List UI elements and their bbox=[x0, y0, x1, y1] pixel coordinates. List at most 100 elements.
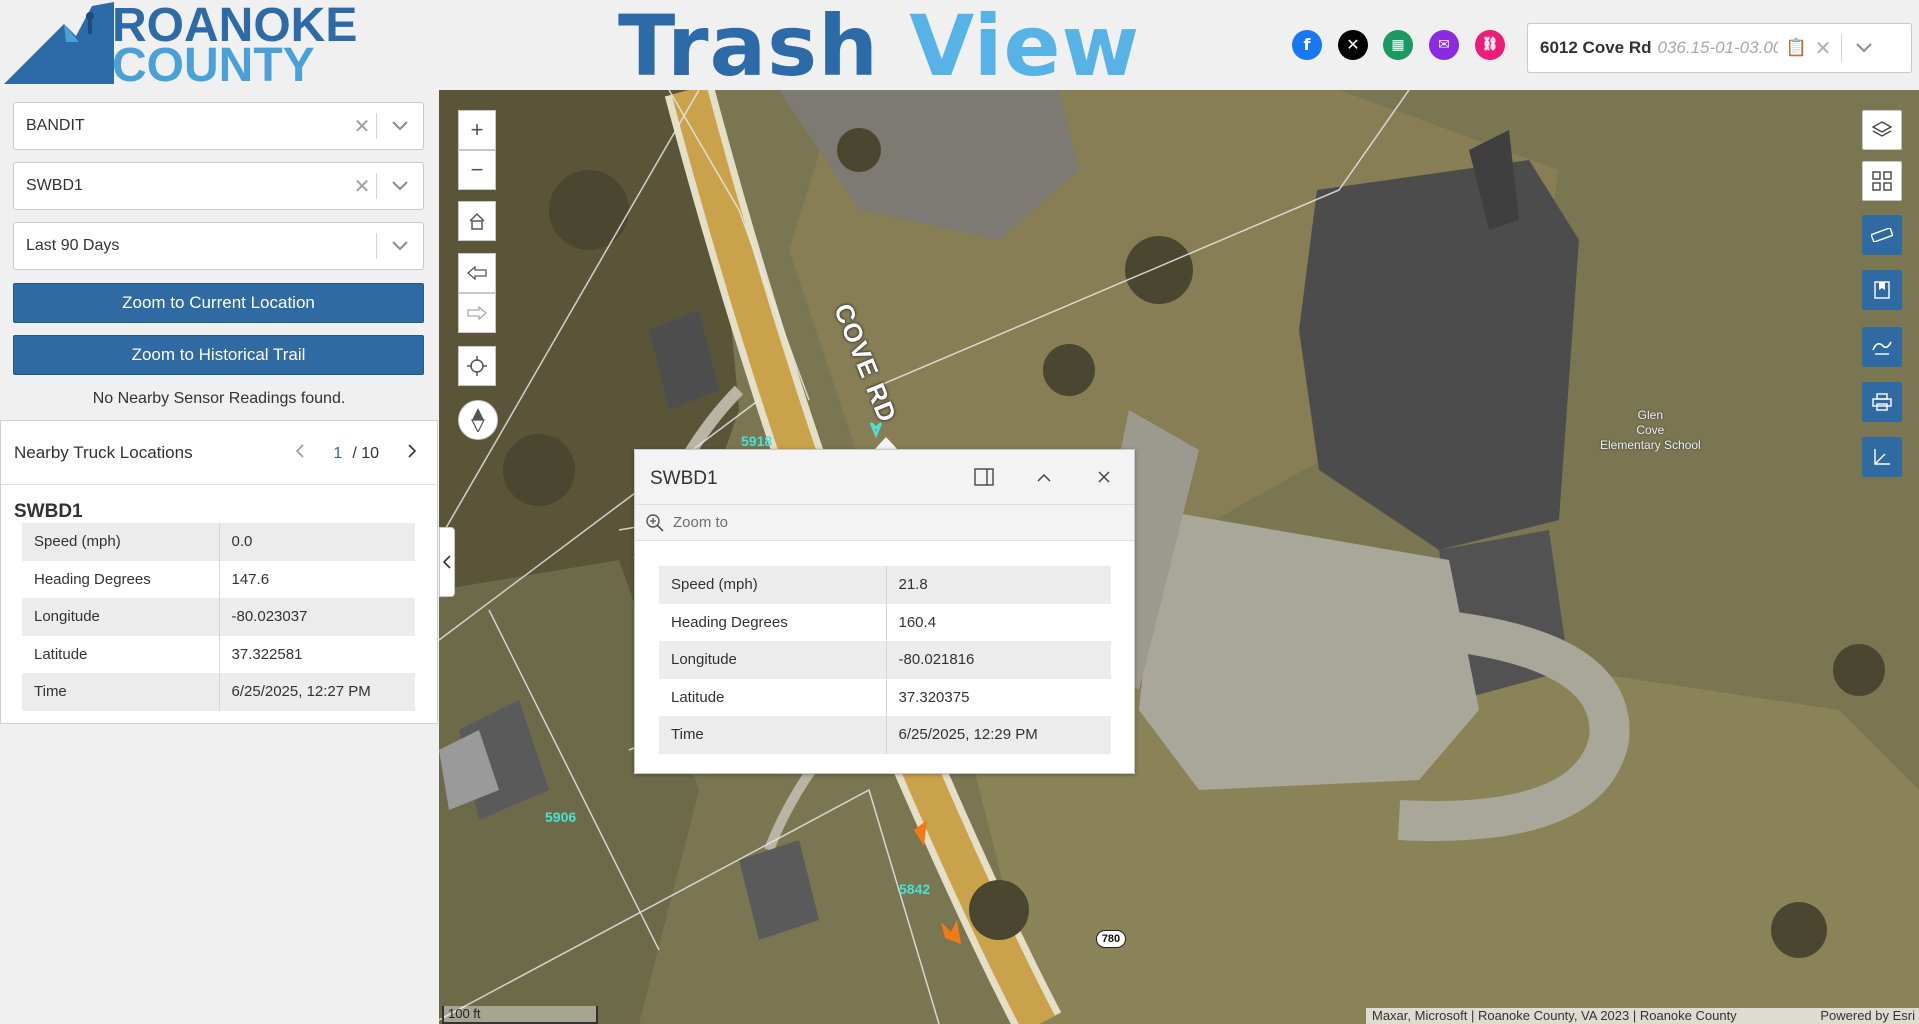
zoom-current-location-button[interactable]: Zoom to Current Location bbox=[13, 283, 424, 323]
no-sensor-message: No Nearby Sensor Readings found. bbox=[92, 390, 346, 407]
chevron-right-icon[interactable] bbox=[407, 444, 417, 463]
clear-icon[interactable]: ✕ bbox=[348, 174, 376, 199]
arrow-right-icon bbox=[467, 306, 487, 320]
attr-value: 0.0 bbox=[219, 523, 415, 561]
zoom-historical-trail-button[interactable]: Zoom to Historical Trail bbox=[13, 335, 424, 375]
clear-icon[interactable]: ✕ bbox=[1815, 36, 1832, 61]
zoom-out-button[interactable]: − bbox=[458, 150, 496, 190]
close-popup-button[interactable] bbox=[1074, 450, 1134, 504]
chevron-down-icon[interactable] bbox=[1842, 43, 1886, 53]
minus-icon: − bbox=[470, 157, 484, 182]
attr-value: 37.322581 bbox=[219, 635, 415, 673]
parcel-label: 5906 bbox=[545, 809, 577, 825]
attr-value: 147.6 bbox=[219, 560, 415, 598]
chevron-left-icon[interactable] bbox=[295, 444, 305, 463]
table-row: Latitude 37.322581 bbox=[22, 635, 415, 673]
table-row: Time 6/25/2025, 12:27 PM bbox=[22, 673, 415, 711]
basemap-gallery-button[interactable] bbox=[1862, 161, 1902, 201]
route-select[interactable]: SWBD1 ✕ bbox=[13, 162, 424, 210]
truck-select[interactable]: BANDIT ✕ bbox=[13, 102, 424, 150]
bookmark-icon bbox=[1874, 281, 1890, 299]
chevron-down-icon[interactable] bbox=[377, 181, 423, 191]
home-icon bbox=[469, 212, 485, 230]
measure-button[interactable] bbox=[1862, 215, 1902, 255]
nearby-panel-title: Nearby Truck Locations bbox=[14, 443, 193, 462]
table-row: Longitude -80.023037 bbox=[22, 598, 415, 636]
table-row: Speed (mph) 0.0 bbox=[22, 523, 415, 561]
print-button[interactable] bbox=[1862, 382, 1902, 422]
pager: 1 / 10 bbox=[295, 444, 417, 463]
collapse-sidebar-button[interactable] bbox=[439, 527, 455, 597]
app-title: Trash View bbox=[618, 4, 1140, 88]
map-attribution: Maxar, Microsoft | Roanoke County, VA 20… bbox=[1366, 1008, 1919, 1024]
coordinate-axes-icon bbox=[1874, 449, 1890, 465]
feature-title: SWBD1 bbox=[14, 501, 83, 522]
time-range-value: Last 90 Days bbox=[26, 237, 120, 254]
sketch-button[interactable] bbox=[1862, 327, 1902, 367]
address-search[interactable]: 6012 Cove Rd 036.15-01-03.00-... 📋 ✕ bbox=[1527, 23, 1912, 73]
x-twitter-icon[interactable]: ✕ bbox=[1338, 30, 1368, 60]
layers-icon bbox=[1872, 121, 1892, 137]
next-extent-button[interactable] bbox=[458, 293, 496, 333]
clear-icon[interactable]: ✕ bbox=[348, 114, 376, 139]
zoom-in-magnifier-icon bbox=[646, 513, 664, 532]
attr-value: 6/25/2025, 12:27 PM bbox=[219, 673, 415, 711]
table-row: Longitude -80.021816 bbox=[659, 641, 1111, 679]
app-header: ROANOKE COUNTY VA Trash View f ✕ ▦ ✉ ⛓ 6… bbox=[0, 0, 1919, 138]
logo-county-text: COUNTY bbox=[112, 39, 314, 92]
school-label-line: Cove bbox=[1636, 423, 1665, 437]
bookmarks-button[interactable] bbox=[1862, 270, 1902, 310]
feature-popup: SWBD1 Zoom to Speed (mph) 21.8 Heading De… bbox=[634, 449, 1135, 774]
attr-value: -80.021816 bbox=[886, 641, 1111, 679]
zoom-to-action[interactable]: Zoom to bbox=[635, 504, 1134, 541]
chevron-up-icon bbox=[1037, 473, 1051, 482]
link-icon[interactable]: ⛓ bbox=[1475, 30, 1505, 60]
table-row: Heading Degrees 160.4 bbox=[659, 603, 1111, 641]
chevron-left-icon bbox=[443, 555, 451, 569]
attribution-text[interactable]: Maxar, Microsoft | Roanoke County, VA 20… bbox=[1372, 1008, 1737, 1024]
table-row: Time 6/25/2025, 12:29 PM bbox=[659, 716, 1111, 754]
coordinate-button[interactable] bbox=[1862, 437, 1902, 477]
close-icon bbox=[1098, 471, 1110, 483]
popup-title: SWBD1 bbox=[650, 468, 718, 489]
dock-button[interactable] bbox=[954, 450, 1014, 504]
basemap-grid-icon bbox=[1872, 171, 1892, 191]
attr-value: -80.023037 bbox=[219, 598, 415, 636]
title-view: View bbox=[909, 0, 1141, 95]
attr-key: Longitude bbox=[22, 598, 220, 636]
print-icon bbox=[1872, 393, 1892, 411]
scale-bar: 100 ft bbox=[442, 1006, 598, 1024]
facebook-icon[interactable]: f bbox=[1292, 30, 1322, 60]
attr-key: Longitude bbox=[659, 641, 887, 679]
table-row: Speed (mph) 21.8 bbox=[659, 566, 1111, 604]
email-icon[interactable]: ✉ bbox=[1429, 30, 1459, 60]
chevron-down-icon[interactable] bbox=[377, 121, 423, 131]
zoom-in-button[interactable]: + bbox=[458, 110, 496, 150]
layers-button[interactable] bbox=[1862, 110, 1902, 150]
qr-code-icon[interactable]: ▦ bbox=[1383, 30, 1413, 60]
popup-header: SWBD1 bbox=[635, 450, 1134, 504]
attr-key: Time bbox=[22, 673, 220, 711]
popup-actions bbox=[954, 450, 1134, 504]
previous-extent-button[interactable] bbox=[458, 253, 496, 293]
page-total: / 10 bbox=[352, 444, 379, 462]
compass-button[interactable] bbox=[458, 400, 498, 440]
collapse-popup-button[interactable] bbox=[1014, 450, 1074, 504]
home-button[interactable] bbox=[458, 201, 496, 241]
powered-by-esri[interactable]: Powered by Esri bbox=[1820, 1008, 1915, 1024]
locate-button[interactable] bbox=[458, 346, 496, 386]
plus-icon: + bbox=[470, 117, 484, 142]
attr-key: Time bbox=[659, 716, 887, 754]
popup-attribute-table: Speed (mph) 21.8 Heading Degrees 160.4 Lon… bbox=[659, 566, 1111, 754]
route-shield: 780 bbox=[1096, 930, 1126, 948]
chevron-down-icon[interactable] bbox=[377, 241, 423, 251]
attr-key: Latitude bbox=[659, 678, 887, 716]
attr-key: Speed (mph) bbox=[22, 523, 220, 561]
roanoke-county-logo[interactable]: ROANOKE COUNTY VA bbox=[4, 2, 374, 138]
school-label-line: Elementary School bbox=[1600, 438, 1701, 452]
attr-key: Heading Degrees bbox=[659, 603, 887, 641]
time-range-select[interactable]: Last 90 Days bbox=[13, 222, 424, 270]
school-label: Glen Cove Elementary School bbox=[1600, 408, 1701, 453]
compass-icon bbox=[471, 408, 485, 432]
clipboard-icon[interactable]: 📋 bbox=[1786, 38, 1807, 58]
